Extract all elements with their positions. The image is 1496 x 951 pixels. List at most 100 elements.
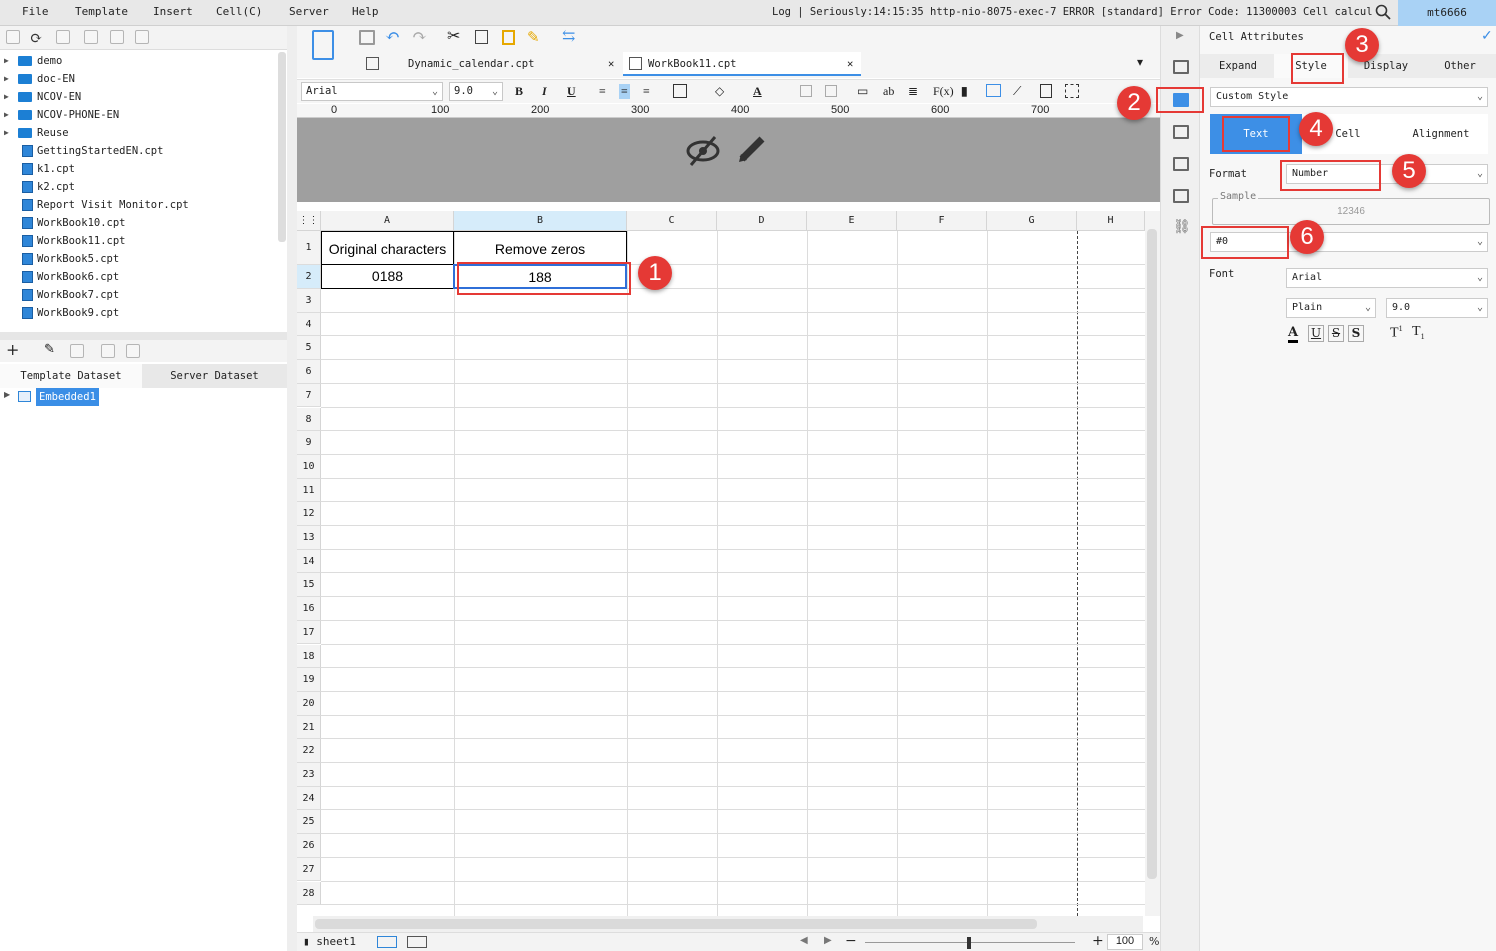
user-account[interactable]: mt6666 (1398, 0, 1496, 26)
fill-color-icon[interactable]: ◇ (715, 84, 724, 99)
row-header[interactable]: 23 (297, 763, 321, 787)
widget-settings-icon[interactable] (1173, 157, 1189, 171)
cell-element-icon[interactable] (1173, 125, 1189, 139)
delete-icon[interactable] (70, 344, 84, 358)
superscript-icon[interactable]: T1 (1390, 324, 1403, 342)
row-header[interactable]: 15 (297, 573, 321, 598)
row-header[interactable]: 8 (297, 407, 321, 432)
column-header[interactable]: B (454, 211, 627, 231)
column-header[interactable]: E (807, 211, 897, 231)
eye-slash-icon[interactable] (685, 134, 721, 168)
menu-insert[interactable]: Insert (153, 5, 193, 18)
settings-icon[interactable] (84, 30, 98, 44)
prev-icon[interactable]: ◀ (800, 935, 808, 946)
row-header[interactable]: 4 (297, 312, 321, 337)
text-icon[interactable]: ab (883, 84, 894, 99)
row-header[interactable]: 3 (297, 289, 321, 313)
row-header[interactable]: 13 (297, 526, 321, 550)
tab-template-dataset[interactable]: Template Dataset (0, 364, 142, 388)
sheet-tab[interactable]: ▮ sheet1 (303, 935, 356, 948)
copy-icon[interactable] (135, 30, 149, 44)
row-header[interactable]: 20 (297, 691, 321, 716)
row-header[interactable]: 6 (297, 360, 321, 384)
tab-dynamic-calendar[interactable]: Dynamic_calendar.cpt ✕ (360, 52, 622, 76)
copy-icon[interactable] (475, 30, 488, 44)
tree-item-demo[interactable]: ▶ demo (0, 52, 280, 70)
row-header[interactable]: 21 (297, 715, 321, 740)
row-header[interactable]: 10 (297, 454, 321, 479)
undo-icon[interactable]: ↶ (385, 26, 400, 47)
row-header[interactable]: 28 (297, 881, 321, 906)
zoom-in-icon[interactable]: + (1092, 933, 1104, 949)
tree-item-file[interactable]: k2.cpt (0, 178, 280, 196)
row-header[interactable]: 5 (297, 336, 321, 361)
underline-button[interactable]: U (567, 84, 576, 99)
hyperlink-icon[interactable]: ⛓ (1173, 219, 1191, 235)
column-header[interactable]: F (897, 211, 987, 231)
cell-b1[interactable]: Remove zeros (453, 231, 627, 265)
row-header[interactable]: 24 (297, 786, 321, 811)
refresh-icon[interactable]: ⟳ (30, 29, 43, 47)
insert-row-icon[interactable]: ▭ (857, 84, 868, 99)
align-right-icon[interactable]: ≡ (643, 84, 650, 99)
align-left-icon[interactable]: ≡ (599, 84, 606, 99)
swap-icon[interactable]: ⇆ (562, 26, 575, 45)
row-header[interactable]: 16 (297, 597, 321, 621)
dataset-item-row[interactable]: ▶ Embedded1 (0, 388, 287, 406)
tree-item-file[interactable]: WorkBook7.cpt (0, 286, 280, 304)
underline-icon[interactable]: U (1308, 325, 1324, 342)
merge-icon[interactable] (800, 85, 812, 97)
font-select[interactable]: Arial ⌄ (301, 82, 443, 101)
close-icon[interactable]: ✕ (608, 52, 614, 76)
new-folder-icon[interactable] (6, 30, 20, 44)
italic-button[interactable]: I (542, 84, 547, 99)
subscript-icon[interactable]: T1 (1412, 324, 1425, 341)
font-color-icon[interactable]: A (1288, 325, 1299, 343)
row-header[interactable]: 17 (297, 620, 321, 645)
add-icon[interactable]: + (6, 340, 19, 359)
tree-item-file[interactable]: WorkBook10.cpt (0, 214, 280, 232)
tree-item-file[interactable]: k1.cpt (0, 160, 280, 178)
row-header[interactable]: 18 (297, 644, 321, 669)
menu-cell[interactable]: Cell(C) (216, 5, 262, 18)
next-icon[interactable]: ▶ (824, 935, 832, 946)
menu-server[interactable]: Server (289, 5, 329, 18)
add-sheet-icon[interactable] (377, 936, 397, 948)
subreport-icon[interactable] (1040, 84, 1052, 98)
row-header[interactable]: 25 (297, 810, 321, 835)
paste-icon[interactable] (502, 30, 515, 45)
open-icon[interactable] (56, 30, 70, 44)
zoom-slider-handle[interactable] (967, 937, 971, 949)
shadow-icon[interactable]: S (1348, 325, 1364, 342)
redo-icon[interactable]: ↷ (412, 26, 427, 47)
menu-help[interactable]: Help (352, 5, 379, 18)
tab-other[interactable]: Other (1424, 54, 1496, 78)
tree-item-doc-en[interactable]: ▶ doc-EN (0, 70, 280, 88)
tree-item-ncov-en[interactable]: ▶ NCOV-EN (0, 88, 280, 106)
tree-item-file[interactable]: Report Visit Monitor.cpt (0, 196, 280, 214)
paragraph-icon[interactable]: ≣ (908, 84, 918, 99)
row-header[interactable]: 7 (297, 383, 321, 408)
search-icon[interactable] (1375, 4, 1391, 20)
add-poly-sheet-icon[interactable] (407, 936, 427, 948)
font-size-select[interactable]: 9.0 ⌄ (1386, 298, 1488, 318)
tree-item-ncov-phone-en[interactable]: ▶ NCOV-PHONE-EN (0, 106, 280, 124)
strikethrough-icon[interactable]: S (1328, 325, 1344, 342)
bold-button[interactable]: B (515, 84, 523, 99)
delete-icon[interactable] (110, 30, 124, 44)
expand-menu-icon[interactable]: ▾ (1137, 55, 1143, 69)
image-icon[interactable] (986, 84, 1001, 97)
column-header[interactable]: D (717, 211, 807, 231)
size-select[interactable]: 9.0 ⌄ (449, 82, 503, 101)
template-props-icon[interactable] (1173, 60, 1189, 74)
row-header[interactable]: 9 (297, 431, 321, 455)
unmerge-icon[interactable] (825, 85, 837, 97)
widget-icon[interactable] (1065, 84, 1079, 98)
tree-hscrollbar[interactable] (0, 332, 287, 340)
cell-a1[interactable]: Original characters (321, 231, 454, 265)
pencil-icon[interactable] (737, 132, 769, 164)
chart-icon[interactable]: ▮ (961, 84, 968, 99)
tree-item-file[interactable]: GettingStartedEN.cpt (0, 142, 280, 160)
splitter[interactable] (287, 26, 297, 951)
menu-file[interactable]: File (22, 5, 49, 18)
